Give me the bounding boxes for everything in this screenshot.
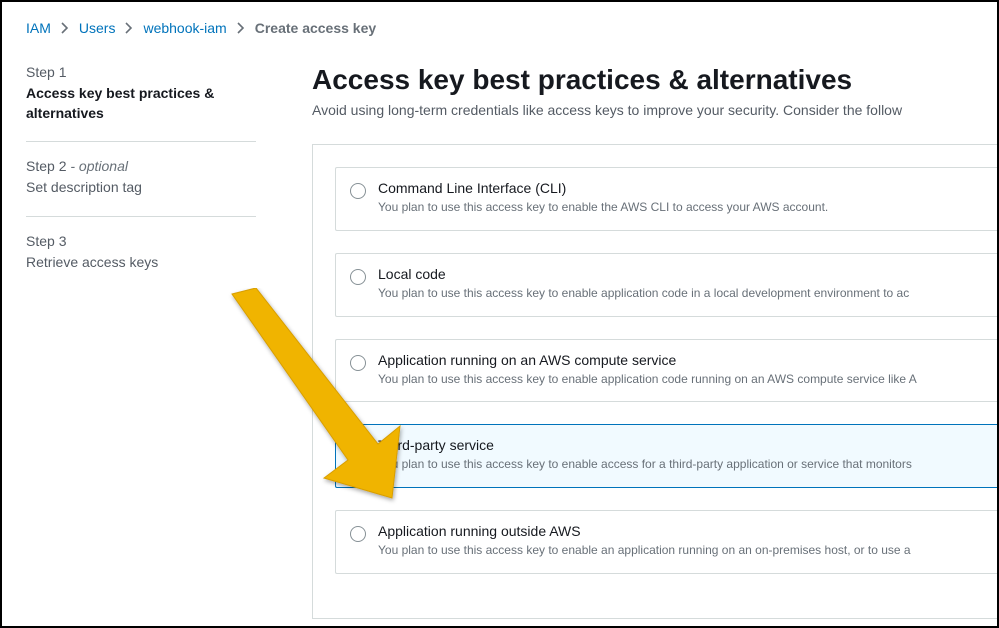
option-title: Local code bbox=[378, 266, 983, 282]
option-outside-aws[interactable]: Application running outside AWS You plan… bbox=[335, 510, 997, 574]
option-description: You plan to use this access key to enabl… bbox=[378, 285, 983, 302]
option-local-code[interactable]: Local code You plan to use this access k… bbox=[335, 253, 997, 317]
radio-icon[interactable] bbox=[350, 355, 366, 371]
wizard-step-3[interactable]: Step 3 Retrieve access keys bbox=[26, 216, 256, 291]
main-content: Access key best practices & alternatives… bbox=[284, 64, 997, 619]
radio-icon[interactable] bbox=[350, 269, 366, 285]
option-description: You plan to use this access key to enabl… bbox=[378, 542, 983, 559]
radio-icon[interactable] bbox=[350, 183, 366, 199]
step-title: Retrieve access keys bbox=[26, 253, 256, 273]
chevron-right-icon bbox=[237, 22, 245, 34]
option-title: Application running outside AWS bbox=[378, 523, 983, 539]
step-label: Step 3 bbox=[26, 233, 256, 249]
breadcrumb: IAM Users webhook-iam Create access key bbox=[2, 2, 997, 46]
page-description: Avoid using long-term credentials like a… bbox=[312, 102, 997, 118]
option-description: You plan to use this access key to enabl… bbox=[378, 456, 983, 473]
option-third-party[interactable]: Third-party service You plan to use this… bbox=[335, 424, 997, 488]
chevron-right-icon bbox=[125, 22, 133, 34]
step-title: Set description tag bbox=[26, 178, 256, 198]
option-cli[interactable]: Command Line Interface (CLI) You plan to… bbox=[335, 167, 997, 231]
step-label: Step 1 bbox=[26, 64, 256, 80]
option-aws-compute[interactable]: Application running on an AWS compute se… bbox=[335, 339, 997, 403]
chevron-right-icon bbox=[61, 22, 69, 34]
breadcrumb-users[interactable]: Users bbox=[79, 20, 116, 36]
page-title: Access key best practices & alternatives bbox=[312, 64, 997, 96]
option-title: Command Line Interface (CLI) bbox=[378, 180, 983, 196]
breadcrumb-webhook-iam[interactable]: webhook-iam bbox=[143, 20, 226, 36]
step-label: Step 2 - optional bbox=[26, 158, 256, 174]
step-title: Access key best practices & alternatives bbox=[26, 84, 256, 123]
wizard-step-1[interactable]: Step 1 Access key best practices & alter… bbox=[26, 64, 256, 141]
wizard-steps: Step 1 Access key best practices & alter… bbox=[26, 64, 284, 619]
option-description: You plan to use this access key to enabl… bbox=[378, 199, 983, 216]
breadcrumb-current: Create access key bbox=[255, 20, 376, 36]
radio-icon[interactable] bbox=[350, 526, 366, 542]
use-case-options: Command Line Interface (CLI) You plan to… bbox=[312, 144, 997, 619]
option-title: Application running on an AWS compute se… bbox=[378, 352, 983, 368]
option-description: You plan to use this access key to enabl… bbox=[378, 371, 983, 388]
radio-icon[interactable] bbox=[350, 440, 366, 456]
option-title: Third-party service bbox=[378, 437, 983, 453]
breadcrumb-iam[interactable]: IAM bbox=[26, 20, 51, 36]
wizard-step-2[interactable]: Step 2 - optional Set description tag bbox=[26, 141, 256, 216]
